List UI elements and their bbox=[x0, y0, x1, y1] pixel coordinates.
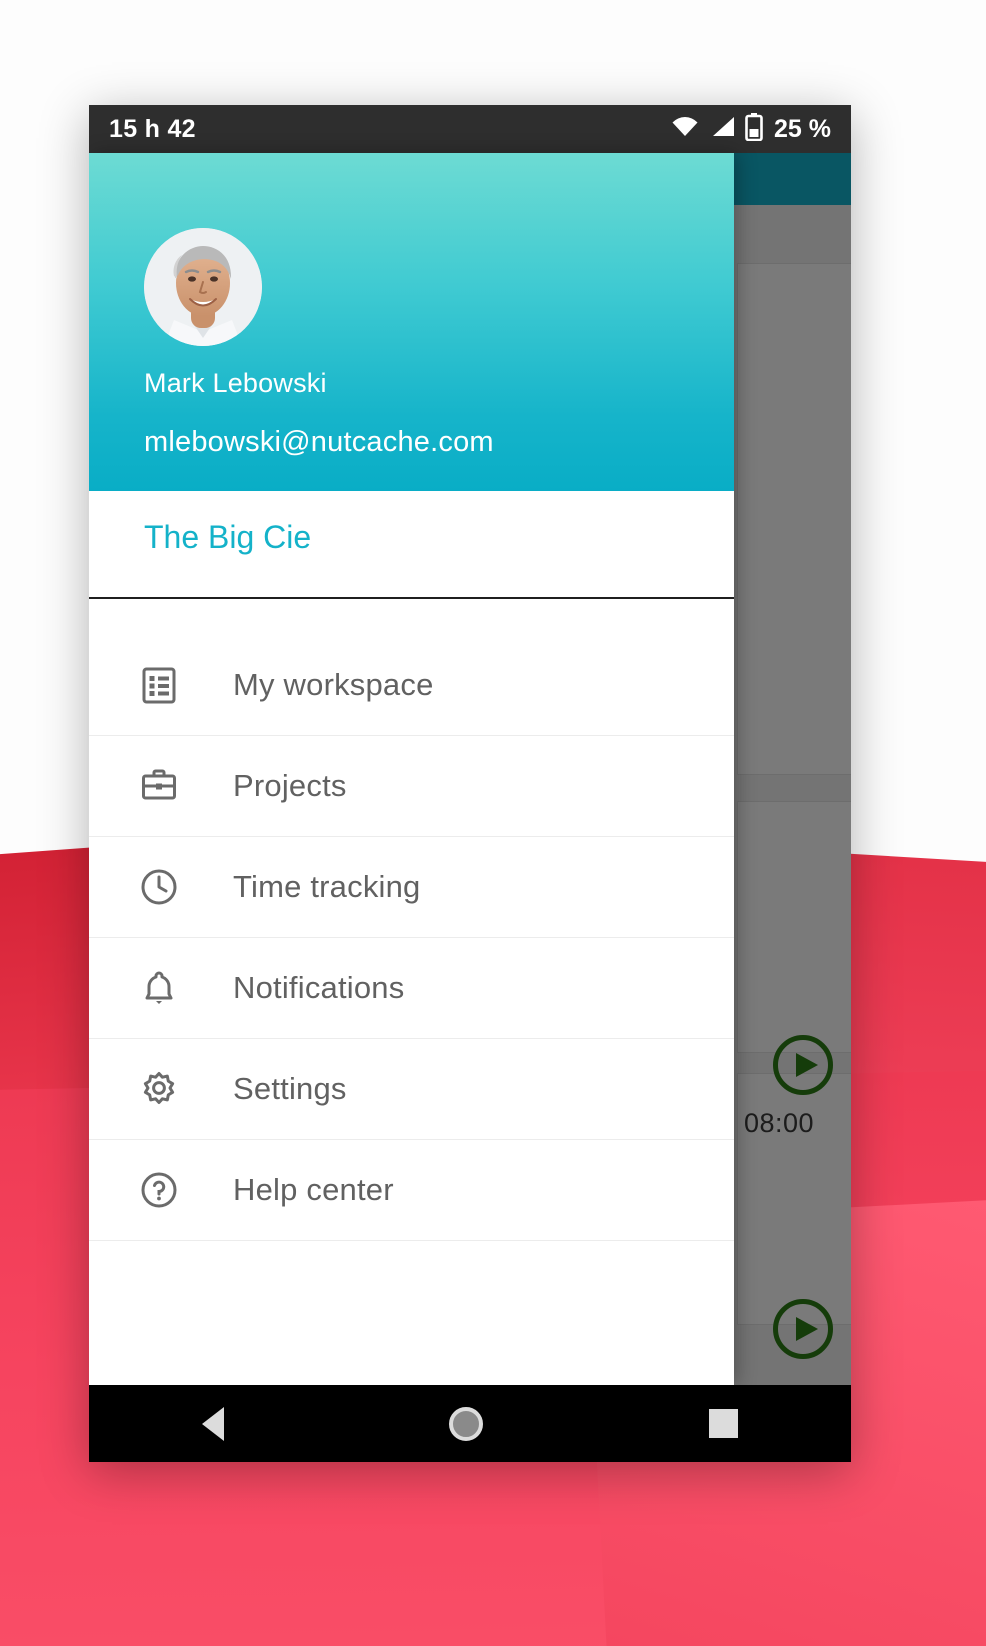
back-triangle-icon[interactable] bbox=[201, 1406, 224, 1441]
battery-icon bbox=[745, 112, 763, 146]
menu-item-help-center[interactable]: Help center bbox=[89, 1140, 734, 1241]
organization-name: The Big Cie bbox=[144, 519, 312, 555]
cellular-signal-icon bbox=[709, 115, 736, 144]
bell-icon bbox=[137, 966, 181, 1010]
briefcase-icon bbox=[137, 764, 181, 808]
screenshot-root: 15 h 42 25 % Mark Lebowski mlebowski@nut… bbox=[0, 0, 986, 1646]
menu-item-my-workspace[interactable]: My workspace bbox=[89, 635, 734, 736]
home-circle-icon[interactable] bbox=[449, 1406, 484, 1441]
drawer-header: Mark Lebowski mlebowski@nutcache.com bbox=[89, 153, 734, 491]
drawer-bottom-space bbox=[89, 1241, 734, 1373]
menu-item-label: Settings bbox=[233, 1071, 347, 1106]
profile-name: Mark Lebowski bbox=[144, 368, 327, 398]
recents-square-icon[interactable] bbox=[709, 1409, 739, 1438]
menu-item-label: My workspace bbox=[233, 667, 434, 702]
menu-top-spacer bbox=[89, 599, 734, 635]
wifi-icon bbox=[670, 115, 700, 144]
navigation-drawer: Mark Lebowski mlebowski@nutcache.com The… bbox=[89, 153, 734, 1385]
gear-icon bbox=[137, 1067, 181, 1111]
menu-item-notifications[interactable]: Notifications bbox=[89, 938, 734, 1039]
menu-item-label: Notifications bbox=[233, 970, 405, 1005]
drawer-menu: My workspace Projects Time tracking Noti… bbox=[89, 635, 734, 1241]
menu-item-label: Projects bbox=[233, 768, 347, 803]
phone-frame: 15 h 42 25 % Mark Lebowski mlebowski@nut… bbox=[89, 105, 851, 1462]
profile-email: mlebowski@nutcache.com bbox=[144, 426, 494, 458]
battery-percentage: 25 % bbox=[774, 114, 831, 143]
question-circle-icon bbox=[137, 1168, 181, 1212]
status-bar: 15 h 42 25 % bbox=[89, 105, 851, 153]
menu-item-label: Help center bbox=[233, 1172, 394, 1207]
menu-item-projects[interactable]: Projects bbox=[89, 736, 734, 837]
android-nav-bar bbox=[89, 1385, 851, 1462]
menu-item-label: Time tracking bbox=[233, 869, 421, 904]
status-clock: 15 h 42 bbox=[109, 114, 196, 143]
menu-item-time-tracking[interactable]: Time tracking bbox=[89, 837, 734, 938]
list-view-icon bbox=[137, 663, 181, 707]
avatar[interactable] bbox=[144, 228, 262, 346]
menu-item-settings[interactable]: Settings bbox=[89, 1039, 734, 1140]
organization-selector[interactable]: The Big Cie bbox=[89, 491, 734, 599]
status-indicators: 25 % bbox=[670, 112, 831, 146]
clock-icon bbox=[137, 865, 181, 909]
